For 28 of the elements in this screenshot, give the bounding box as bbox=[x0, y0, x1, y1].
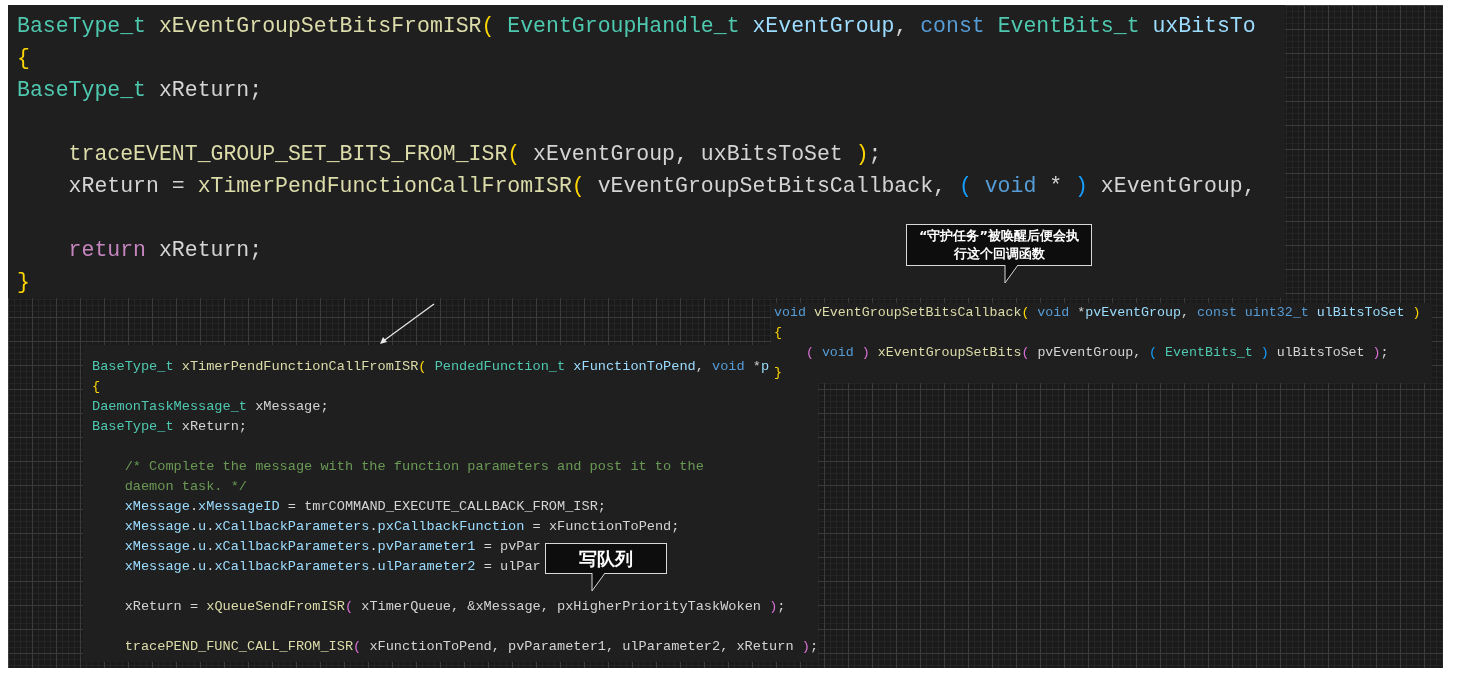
code-line: BaseType_t xEventGroupSetBitsFromISR( EventGroupHandle_t xEventGroup, const EventBits_t uxBitsTo bbox=[17, 13, 1256, 40]
code-line: xMessage.u.xCallbackParameters.ulParameter2 = ulPar bbox=[123, 558, 541, 576]
callout: 写队列 bbox=[545, 543, 667, 574]
callout-tail bbox=[591, 573, 607, 592]
code-line: xReturn = xTimerPendFunctionCallFromISR( vEventGroupSetBitsCallback, ( void * ) xEventGroup, bbox=[67, 173, 1256, 200]
code-line: BaseType_t xReturn; bbox=[92, 418, 247, 436]
code-line: BaseType_t xReturn; bbox=[17, 77, 263, 104]
code-line: return xReturn; bbox=[67, 237, 263, 264]
code-line: tracePEND_FUNC_CALL_FROM_ISR( xFunctionToPend, pvParameter1, ulParameter2, xReturn ); bbox=[123, 638, 818, 656]
code-line: ( void ) xEventGroupSetBits( pvEventGroup, ( EventBits_t ) ulBitsToSet ); bbox=[804, 344, 1389, 362]
code-line: daemon task. */ bbox=[123, 478, 247, 496]
code-line: } bbox=[17, 269, 30, 296]
code-line: xMessage.u.xCallbackParameters.pvParameter1 = pvPar bbox=[123, 538, 541, 556]
code-line: xMessage.u.xCallbackParameters.pxCallbackFunction = xFunctionToPend; bbox=[123, 518, 680, 536]
callout: “守护任务”被唤醒后便会执 行这个回调函数 bbox=[906, 224, 1092, 266]
code-line: { bbox=[774, 324, 782, 342]
code-line: { bbox=[17, 45, 30, 72]
code-line: xMessage.xMessageID = tmrCOMMAND_EXECUTE_CALLBACK_FROM_ISR; bbox=[123, 498, 606, 516]
code-line: void vEventGroupSetBitsCallback( void *pvEventGroup, const uint32_t ulBitsToSet ) bbox=[774, 304, 1421, 322]
code-line: DaemonTaskMessage_t xMessage; bbox=[92, 398, 329, 416]
leader-arrow bbox=[380, 303, 435, 344]
code-line: } bbox=[774, 364, 782, 382]
callout-tail bbox=[1004, 265, 1020, 284]
code-line: /* Complete the message with the function parameters and post it to the bbox=[123, 458, 704, 476]
code-line: { bbox=[92, 378, 101, 396]
code-line: BaseType_t xTimerPendFunctionCallFromISR( PendedFunction_t xFunctionToPend, void *p bbox=[92, 358, 770, 376]
code-line: traceEVENT_GROUP_SET_BITS_FROM_ISR( xEventGroup, uxBitsToSet ); bbox=[67, 141, 882, 168]
code-line: xReturn = xQueueSendFromISR( xTimerQueue, &xMessage, pxHigherPriorityTaskWoken ); bbox=[123, 598, 786, 616]
